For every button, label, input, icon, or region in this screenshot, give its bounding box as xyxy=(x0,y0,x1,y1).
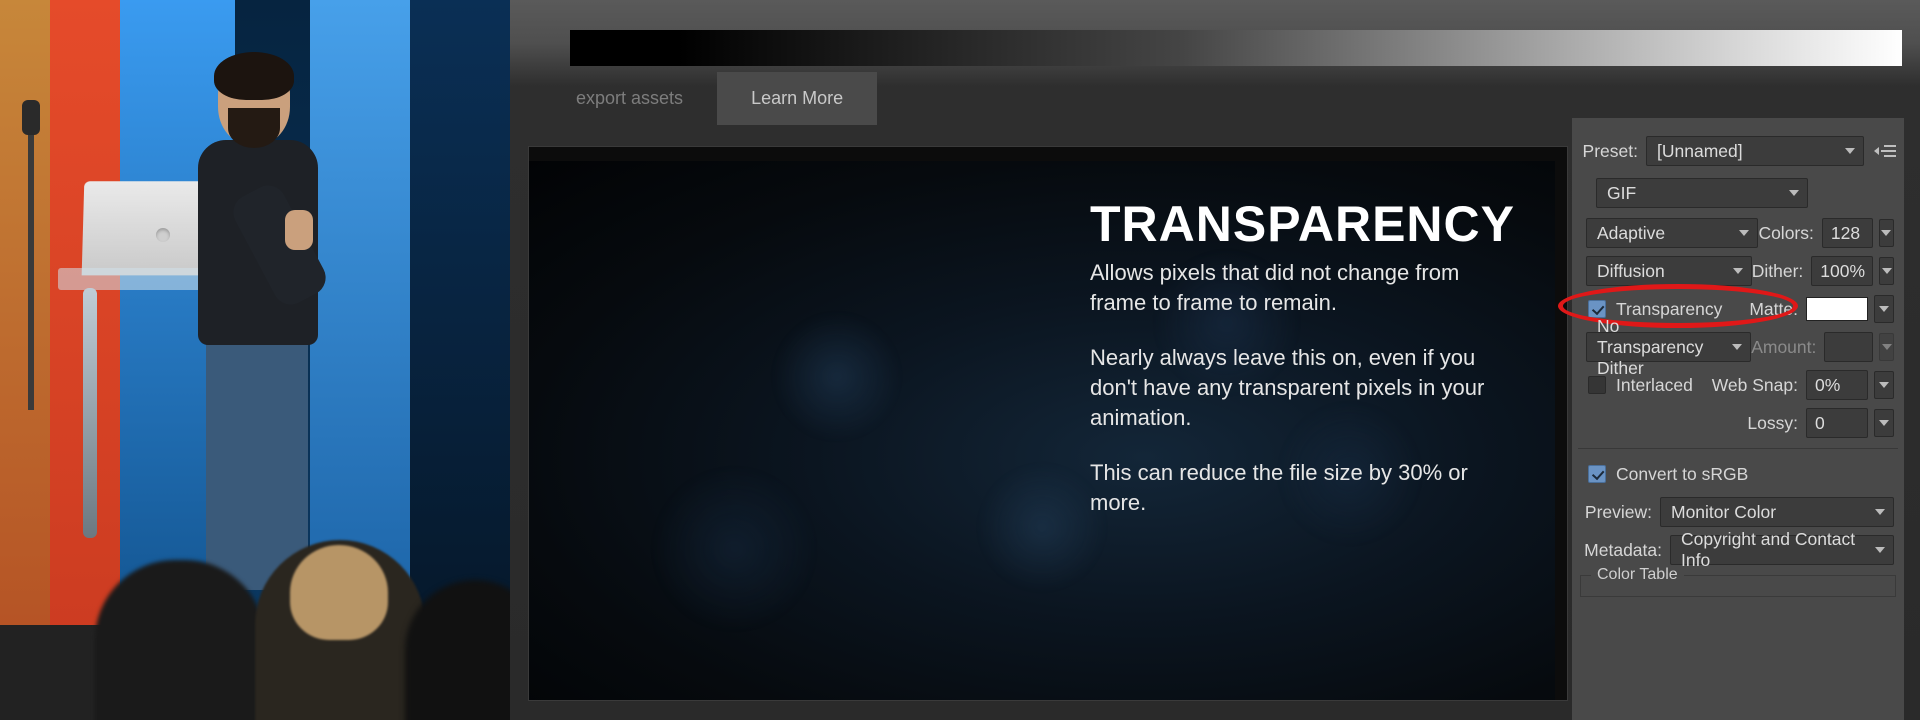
slide-paragraph: This can reduce the file size by 30% or … xyxy=(1090,458,1520,517)
dither-input[interactable]: 100% xyxy=(1811,256,1873,286)
amount-input xyxy=(1824,332,1873,362)
colors-label: Colors: xyxy=(1758,223,1821,244)
speaker-figure xyxy=(190,60,350,580)
tab-learn-more[interactable]: Learn More xyxy=(717,72,877,125)
dither-algorithm-dropdown[interactable]: Diffusion xyxy=(1586,256,1752,286)
slide-body: Allows pixels that did not change from f… xyxy=(1090,258,1520,544)
chevron-down-icon xyxy=(1875,547,1885,553)
preset-dropdown[interactable]: [Unnamed] xyxy=(1646,136,1864,166)
matte-swatch[interactable] xyxy=(1806,297,1868,321)
matte-label: Matte: xyxy=(1736,299,1806,320)
slide-title: TRANSPARENCY xyxy=(1090,195,1515,253)
chevron-down-icon xyxy=(1789,190,1799,196)
amount-stepper xyxy=(1879,333,1894,361)
chevron-down-icon xyxy=(1733,268,1743,274)
dither-label: Dither: xyxy=(1752,261,1812,282)
audience-silhouette xyxy=(95,560,265,720)
audience-silhouette xyxy=(255,540,425,720)
metadata-dropdown[interactable]: Copyright and Contact Info xyxy=(1670,535,1894,565)
interlaced-checkbox[interactable] xyxy=(1588,376,1606,394)
dither-stepper[interactable] xyxy=(1879,257,1894,285)
metadata-label: Metadata: xyxy=(1582,540,1670,561)
chevron-down-icon xyxy=(1875,509,1885,515)
websnap-input[interactable]: 0% xyxy=(1806,370,1868,400)
chevron-down-icon xyxy=(1739,230,1749,236)
matte-dropdown[interactable] xyxy=(1874,295,1894,323)
colors-input[interactable]: 128 xyxy=(1822,218,1873,248)
slide-paragraph: Nearly always leave this on, even if you… xyxy=(1090,343,1520,432)
lossy-stepper[interactable] xyxy=(1874,409,1894,437)
panel-menu-icon[interactable] xyxy=(1878,144,1896,158)
srgb-checkbox[interactable] xyxy=(1588,465,1606,483)
export-settings-panel: Preset: [Unnamed] GIF Adaptive Colors: 1… xyxy=(1572,118,1904,720)
chevron-down-icon xyxy=(1732,344,1742,350)
preview-dropdown[interactable]: Monitor Color xyxy=(1660,497,1894,527)
format-dropdown[interactable]: GIF xyxy=(1596,178,1808,208)
palette-dropdown[interactable]: Adaptive xyxy=(1586,218,1758,248)
amount-label: Amount: xyxy=(1751,337,1824,358)
lossy-input[interactable]: 0 xyxy=(1806,408,1868,438)
chevron-down-icon xyxy=(1845,148,1855,154)
color-table-label: Color Table xyxy=(1591,566,1684,584)
gradient-ramp xyxy=(570,30,1902,66)
transparency-dither-dropdown[interactable]: No Transparency Dither xyxy=(1586,332,1751,362)
preview-label: Preview: xyxy=(1582,502,1660,523)
slide: export assets Learn More TRANSPARENCY Al… xyxy=(510,0,1920,720)
colors-stepper[interactable] xyxy=(1879,219,1894,247)
preset-label: Preset: xyxy=(1582,141,1646,162)
websnap-stepper[interactable] xyxy=(1874,371,1894,399)
tab-export-assets[interactable]: export assets xyxy=(542,72,717,125)
lossy-label: Lossy: xyxy=(1736,413,1806,434)
microphone-stand xyxy=(28,100,34,410)
srgb-label: Convert to sRGB xyxy=(1616,464,1748,485)
tab-bar: export assets Learn More xyxy=(542,72,877,125)
speaker-photo xyxy=(0,0,510,720)
slide-paragraph: Allows pixels that did not change from f… xyxy=(1090,258,1520,317)
color-table-group: Color Table xyxy=(1580,575,1896,597)
